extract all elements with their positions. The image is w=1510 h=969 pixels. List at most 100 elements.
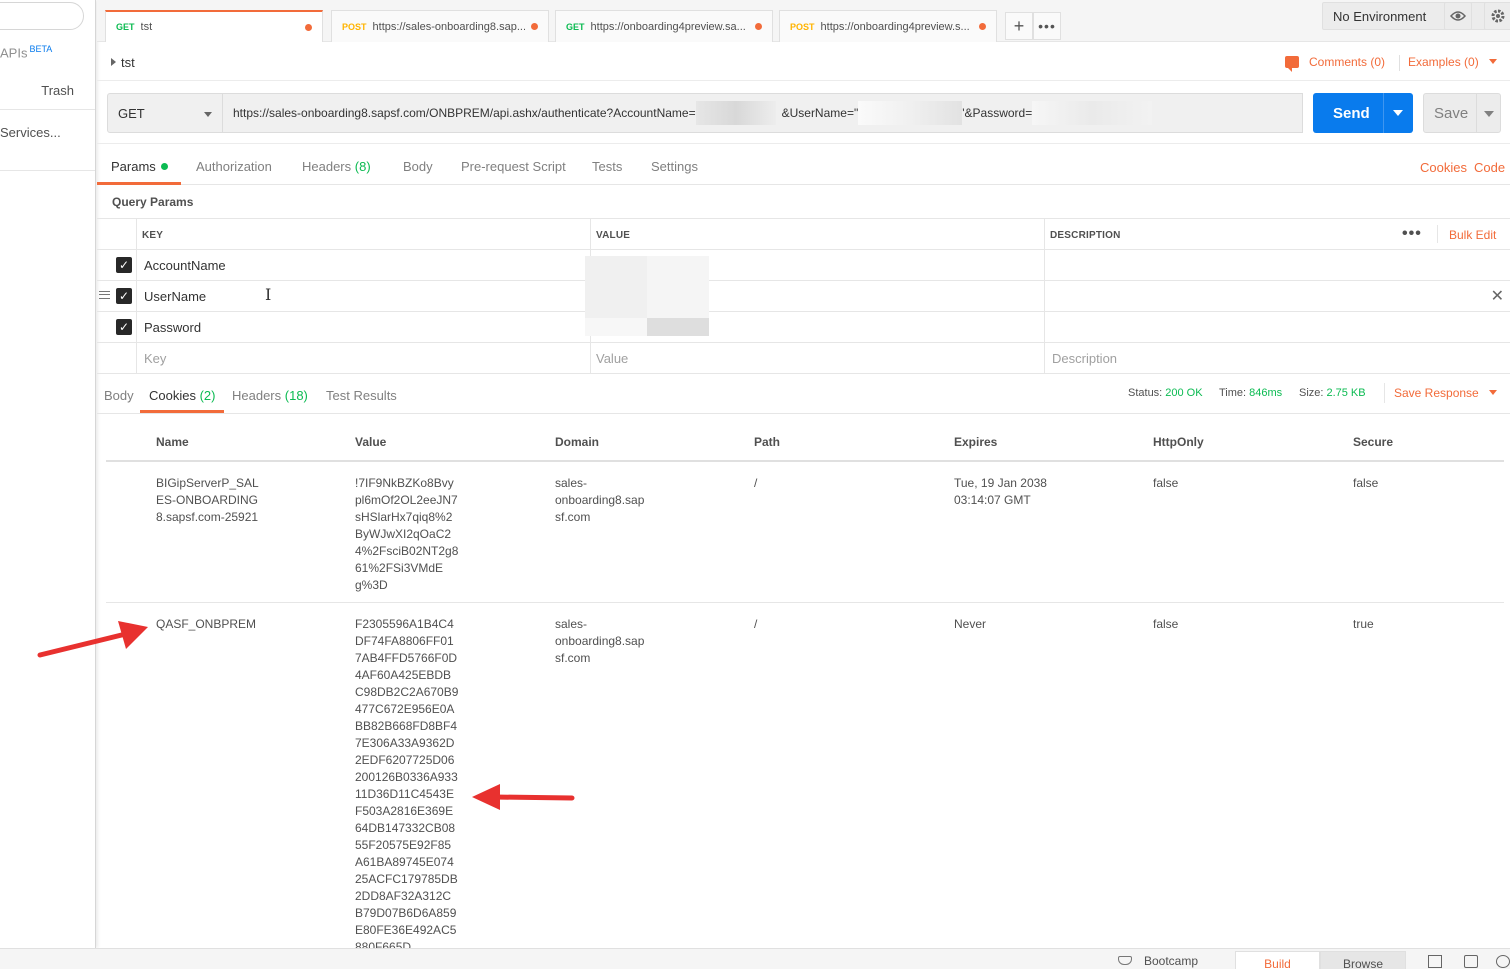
- cookie-path: /: [754, 617, 758, 631]
- sidebar-trash[interactable]: Trash: [41, 83, 74, 98]
- annotation-arrow-icon: [472, 784, 575, 810]
- tab-request-get-2[interactable]: GET https://onboarding4preview.sa...: [555, 10, 773, 42]
- tab-request-post-1[interactable]: POST https://sales-onboarding8.sap...: [331, 10, 549, 42]
- redacted-value: [858, 101, 963, 125]
- send-button[interactable]: Send: [1313, 93, 1413, 133]
- request-tabs-bar: GET tst POST https://sales-onboarding8.s…: [97, 0, 1510, 42]
- param-enabled-checkbox[interactable]: ✓: [116, 257, 132, 273]
- tab-headers[interactable]: Headers (8): [302, 159, 371, 174]
- examples-button[interactable]: Examples (0): [1408, 55, 1497, 69]
- column-header-path: Path: [754, 435, 781, 449]
- environment-select[interactable]: No Environment: [1322, 2, 1510, 30]
- tab-options-button[interactable]: •••: [1033, 12, 1061, 40]
- environment-quick-look-button[interactable]: [1444, 2, 1472, 30]
- response-tabs: Body Cookies (2) Headers (18) Test Resul…: [97, 374, 1510, 414]
- sidebar: APIs BETA Trash Services...: [0, 0, 96, 948]
- tab-method: POST: [790, 21, 815, 32]
- keyboard-shortcuts-icon[interactable]: [1464, 955, 1478, 968]
- active-tab-underline: [140, 410, 224, 413]
- code-link[interactable]: Code: [1474, 160, 1505, 175]
- response-tab-cookies[interactable]: Cookies (2): [149, 388, 215, 403]
- new-param-key-input[interactable]: Key: [144, 351, 166, 366]
- param-enabled-checkbox[interactable]: ✓: [116, 288, 132, 304]
- tab-settings[interactable]: Settings: [651, 159, 698, 174]
- url-text-part1: https://sales-onboarding8.sapsf.com/ONBP…: [233, 106, 696, 120]
- chevron-down-icon[interactable]: [1484, 111, 1494, 117]
- unsaved-dot: [531, 23, 538, 30]
- response-tab-test-results[interactable]: Test Results: [326, 388, 397, 403]
- divider: [0, 170, 95, 171]
- build-mode-tab[interactable]: Build: [1235, 951, 1320, 969]
- tab-body[interactable]: Body: [403, 159, 433, 174]
- unsaved-dot: [755, 23, 762, 30]
- sidebar-apis-label[interactable]: APIs BETA: [0, 44, 52, 60]
- more-options-icon[interactable]: •••: [1402, 225, 1422, 243]
- tab-params[interactable]: Params: [111, 159, 168, 174]
- bootcamp-link[interactable]: Bootcamp: [1144, 954, 1198, 968]
- param-row: ✓ Password: [97, 312, 1510, 343]
- chevron-down-icon[interactable]: [1393, 110, 1403, 116]
- cookie-expires: Never: [954, 617, 987, 631]
- tab-prerequest-script[interactable]: Pre-request Script: [461, 159, 566, 174]
- new-param-description-input[interactable]: Description: [1052, 351, 1117, 366]
- method-value: GET: [118, 105, 145, 121]
- settings-button[interactable]: [1484, 2, 1510, 30]
- redacted-value: [1032, 101, 1153, 125]
- comment-icon: [1285, 56, 1299, 72]
- tab-title: tst: [140, 21, 153, 33]
- tab-method: POST: [342, 21, 367, 32]
- save-response-button[interactable]: Save Response: [1394, 386, 1497, 400]
- cookie-value: F2305596A1B4C4DF74FA8806FF017AB4FFD5766F…: [355, 617, 459, 948]
- redacted-value: [585, 256, 647, 318]
- comments-button[interactable]: Comments (0): [1285, 55, 1385, 72]
- tab-title: https://onboarding4preview.sa...: [590, 20, 746, 33]
- annotation-arrow-icon: [37, 621, 148, 658]
- redacted-value: [585, 318, 647, 336]
- gear-icon: [1491, 9, 1505, 23]
- bulk-edit-link[interactable]: Bulk Edit: [1449, 228, 1496, 242]
- column-header-key: KEY: [142, 230, 164, 241]
- cookie-domain: sales-onboarding8.sap sf.com: [555, 617, 645, 665]
- browse-mode-tab[interactable]: Browse: [1320, 951, 1406, 969]
- param-key[interactable]: AccountName: [144, 258, 226, 273]
- new-tab-button[interactable]: +: [1005, 12, 1033, 40]
- request-name[interactable]: tst: [111, 55, 135, 70]
- url-input[interactable]: https://sales-onboarding8.sapsf.com/ONBP…: [223, 93, 1303, 133]
- active-dot: [160, 163, 168, 170]
- column-header-secure: Secure: [1353, 435, 1394, 449]
- column-header-name: Name: [156, 435, 189, 449]
- tab-authorization[interactable]: Authorization: [196, 159, 272, 174]
- response-tab-body[interactable]: Body: [104, 388, 134, 403]
- sidebar-search-input[interactable]: [0, 2, 84, 30]
- table-row: QASF_ONBPREM F2305596A1B4C4DF74FA8806FF0…: [106, 604, 1504, 948]
- more-icon: •••: [1038, 18, 1056, 34]
- drag-handle-icon[interactable]: [99, 291, 110, 299]
- beta-badge: BETA: [29, 44, 53, 54]
- tab-request-post-3[interactable]: POST https://onboarding4preview.s...: [779, 10, 997, 42]
- tab-method: GET: [116, 22, 135, 32]
- column-header-value: Value: [355, 435, 387, 449]
- cookies-link[interactable]: Cookies: [1420, 160, 1467, 175]
- cookie-secure: true: [1353, 617, 1374, 631]
- two-pane-view-icon[interactable]: [1428, 955, 1442, 968]
- param-enabled-checkbox[interactable]: ✓: [116, 319, 132, 335]
- divider: [0, 109, 95, 110]
- method-select[interactable]: GET: [107, 93, 223, 133]
- param-key[interactable]: Password: [144, 320, 201, 335]
- param-key[interactable]: UserName: [144, 289, 206, 304]
- response-tab-headers[interactable]: Headers (18): [232, 388, 308, 403]
- tab-request-tst[interactable]: GET tst: [105, 10, 323, 42]
- response-time: Time: 846ms: [1219, 387, 1283, 399]
- size-value: 2.75 KB: [1326, 387, 1366, 399]
- save-button[interactable]: Save: [1423, 93, 1501, 133]
- url-bar: GET https://sales-onboarding8.sapsf.com/…: [97, 82, 1510, 144]
- delete-param-icon[interactable]: ✕: [1491, 286, 1504, 306]
- unsaved-dot: [979, 23, 986, 30]
- time-value: 846ms: [1249, 387, 1283, 399]
- new-param-value-input[interactable]: Value: [596, 351, 628, 366]
- url-text-part3: '&Password=: [962, 106, 1033, 120]
- help-icon[interactable]: [1496, 955, 1510, 968]
- tab-tests[interactable]: Tests: [592, 159, 622, 174]
- sidebar-collection-services[interactable]: Services...: [0, 125, 61, 140]
- param-row: ✓ AccountName: [97, 250, 1510, 281]
